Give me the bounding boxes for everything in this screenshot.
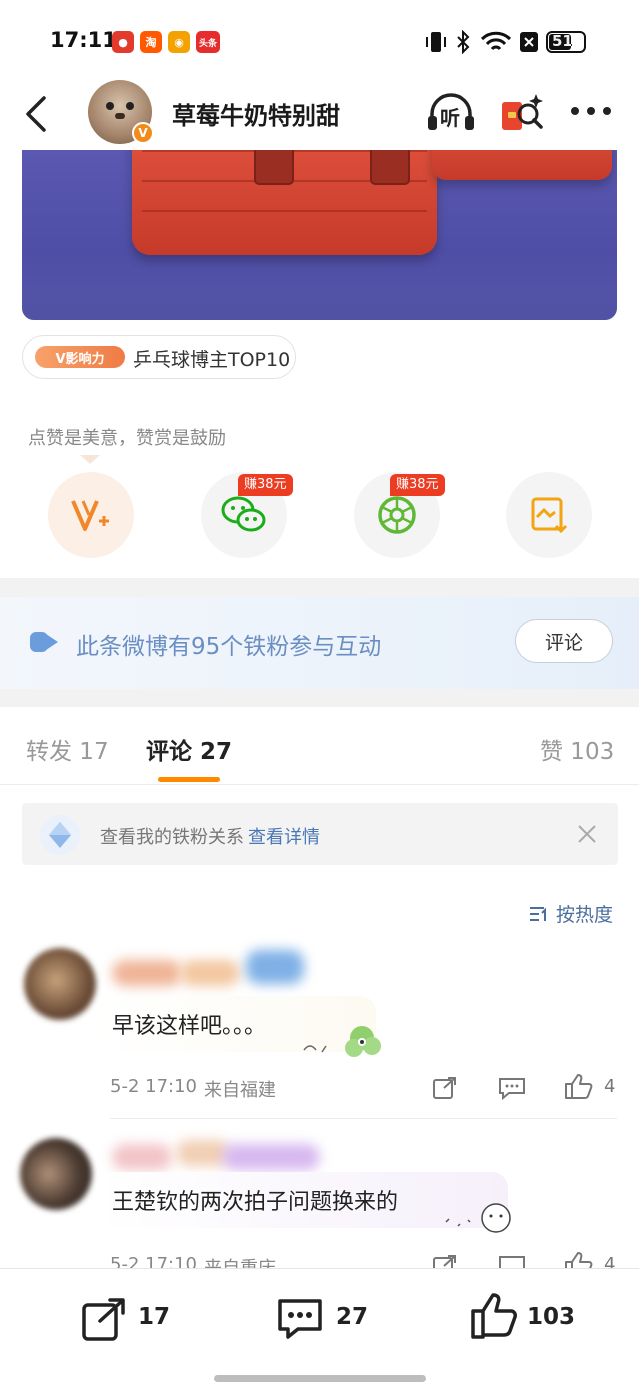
comment-icon[interactable] — [498, 1076, 526, 1100]
bluetooth-icon — [457, 30, 470, 54]
sort-icon — [530, 907, 546, 921]
influence-tag: V影响力 — [35, 346, 125, 368]
sim-icon — [520, 32, 538, 52]
comment-divider — [110, 1118, 617, 1119]
bubble-decoration-icon — [445, 1203, 511, 1233]
tab-likes[interactable]: 赞 103 — [540, 732, 614, 766]
weibo-notification-icon: ◉ — [168, 31, 190, 53]
diamond-icon — [40, 815, 80, 855]
comment-username-blurred[interactable] — [112, 960, 182, 986]
iron-fan-icon — [30, 632, 58, 652]
home-indicator[interactable] — [214, 1375, 426, 1382]
red-packet-search-icon[interactable] — [500, 90, 544, 136]
tab-repost[interactable]: 转发 17 — [26, 732, 109, 766]
wifi-icon — [480, 31, 512, 51]
reward-hint: 点赞是美意，赞赏是鼓励 — [28, 428, 226, 449]
vibrate-icon — [426, 32, 446, 52]
comment-text: 早该这样吧。。。 — [112, 1014, 267, 1039]
earn-badge-moments: 赚38元 — [390, 474, 445, 496]
battery-level: 51 — [552, 32, 573, 50]
like-button[interactable] — [470, 1291, 518, 1341]
battery-icon: 51 — [546, 31, 586, 53]
status-time: 17:11 — [50, 28, 117, 52]
status-bar: 17:11 ● 淘 ◉ 头条 51 — [0, 0, 639, 80]
close-icon[interactable] — [576, 823, 598, 845]
tab-comments[interactable]: 评论 27 — [146, 732, 232, 766]
v-plus-icon — [71, 500, 109, 531]
fans-banner[interactable]: 此条微博有95个铁粉参与互动 评论 — [0, 597, 639, 689]
toutiao-notification-icon: 头条 — [196, 31, 220, 53]
reward-pointer — [80, 455, 100, 464]
relation-text-wrap: 查看我的铁粉关系 查看详情 — [100, 823, 320, 849]
verified-badge-icon: V — [132, 122, 154, 144]
influence-badge[interactable]: V影响力 乒乓球博主TOP10 — [22, 335, 296, 379]
moments-icon — [378, 496, 416, 534]
comment-location: 来自福建 — [204, 1080, 276, 1101]
bubble-decoration-icon — [303, 1026, 381, 1057]
like-icon — [471, 1293, 517, 1339]
bottom-action-bar: 17 27 103 — [0, 1268, 639, 1394]
iron-fan-relation-strip[interactable]: 查看我的铁粉关系 查看详情 — [22, 803, 618, 865]
comment-time: 5-2 17:10 — [110, 1076, 197, 1097]
comment-user-badge-blurred — [246, 950, 304, 984]
share-icon[interactable] — [432, 1076, 458, 1100]
back-icon[interactable] — [22, 94, 50, 134]
wechat-icon — [221, 496, 266, 532]
more-icon[interactable] — [569, 104, 613, 118]
sort-by-hot[interactable]: 按热度 — [528, 900, 613, 927]
save-image-button[interactable] — [506, 472, 592, 558]
tab-active-indicator — [158, 777, 220, 782]
section-divider — [0, 578, 639, 597]
comment-user-badge-blurred — [222, 1144, 320, 1170]
comment-like-count: 4 — [604, 1076, 616, 1097]
comment-icon — [278, 1299, 322, 1339]
listen-button[interactable]: 听 — [426, 90, 476, 136]
taobao-notification-icon: 淘 — [140, 31, 162, 53]
app-notification-icon: ● — [112, 31, 134, 53]
comment-button[interactable] — [276, 1295, 324, 1343]
earn-badge-wechat: 赚38元 — [238, 474, 293, 496]
support-v-plus-button[interactable] — [48, 472, 134, 558]
fans-comment-button[interactable]: 评论 — [515, 619, 613, 663]
post-tabs: 转发 17 评论 27 赞 103 — [0, 707, 639, 785]
comment-count: 27 — [336, 1304, 369, 1330]
like-count: 103 — [527, 1304, 576, 1330]
repost-count: 17 — [138, 1304, 171, 1330]
relation-detail-link[interactable]: 查看详情 — [248, 827, 320, 848]
comment-avatar[interactable] — [20, 1138, 92, 1210]
page-title[interactable]: 草莓牛奶特别甜 — [172, 96, 340, 131]
comment-username-blurred — [180, 960, 240, 986]
nav-bar: V 草莓牛奶特别甜 听 — [0, 80, 639, 150]
influence-text: 乒乓球博主TOP10 — [133, 349, 291, 371]
fans-banner-text: 此条微博有95个铁粉参与互动 — [76, 634, 382, 660]
listen-label: 听 — [440, 106, 460, 130]
post-image[interactable] — [22, 150, 617, 320]
share-icon — [82, 1298, 125, 1341]
like-icon[interactable] — [564, 1072, 594, 1100]
comment-text: 王楚钦的两次拍子问题换来的 — [112, 1190, 399, 1215]
comment-username-blurred[interactable] — [112, 1144, 172, 1170]
section-divider — [0, 689, 639, 707]
sort-label: 按热度 — [556, 904, 614, 926]
relation-text: 查看我的铁粉关系 — [100, 827, 244, 848]
comment-avatar[interactable] — [24, 948, 96, 1020]
save-image-icon — [531, 497, 568, 534]
